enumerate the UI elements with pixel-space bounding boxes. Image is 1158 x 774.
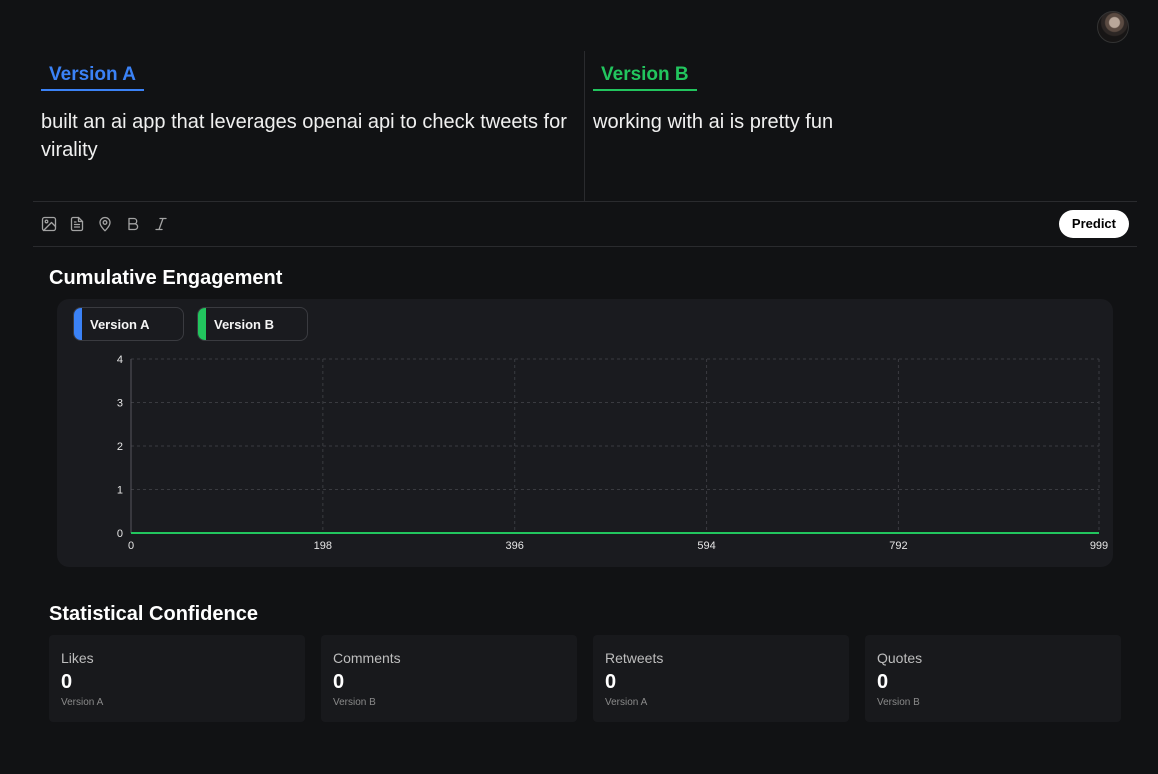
x-tick-label: 999	[1090, 540, 1108, 552]
y-tick-label: 3	[117, 398, 123, 410]
predict-button[interactable]: Predict	[1058, 210, 1129, 238]
stat-card-quotes: Quotes 0 Version B	[865, 635, 1121, 722]
stat-card-retweets: Retweets 0 Version A	[593, 635, 849, 722]
image-icon[interactable]	[41, 216, 57, 232]
x-tick-label: 0	[128, 540, 134, 552]
stat-label: Quotes	[877, 650, 923, 666]
stat-version: Version A	[605, 697, 648, 708]
stat-version: Version B	[877, 697, 920, 708]
version-b-label: Version B	[593, 63, 697, 91]
avatar[interactable]	[1097, 11, 1129, 43]
x-tick-label: 198	[314, 540, 332, 552]
engagement-title: Cumulative Engagement	[49, 267, 283, 289]
location-pin-icon[interactable]	[97, 216, 113, 232]
stat-value: 0	[605, 671, 617, 693]
stat-card-comments: Comments 0 Version B	[321, 635, 577, 722]
y-tick-label: 4	[117, 354, 123, 366]
stat-value: 0	[333, 671, 345, 693]
stat-label: Likes	[61, 650, 94, 666]
tweet-editor: Version A built an ai app that leverages…	[33, 51, 1137, 202]
version-a-pane[interactable]: Version A built an ai app that leverages…	[33, 51, 585, 201]
stat-value: 0	[877, 671, 889, 693]
version-a-text[interactable]: built an ai app that leverages openai ap…	[41, 108, 576, 164]
x-tick-label: 396	[506, 540, 524, 552]
stat-label: Retweets	[605, 650, 664, 666]
y-tick-label: 0	[117, 528, 123, 540]
stat-label: Comments	[333, 650, 401, 666]
stat-card-likes: Likes 0 Version A	[49, 635, 305, 722]
engagement-chart: Version A Version B 0 1 2 3 4 0 198 396 594 792 99…	[57, 299, 1113, 567]
x-tick-label: 792	[889, 540, 907, 552]
version-b-pane[interactable]: Version B working with ai is pretty fun	[585, 51, 1137, 201]
x-tick-label: 594	[697, 540, 715, 552]
confidence-title: Statistical Confidence	[49, 603, 258, 625]
version-a-label: Version A	[41, 63, 144, 91]
italic-icon[interactable]	[153, 216, 169, 232]
line-chart: 0 1 2 3 4 0 198 396 594 792 999	[117, 354, 1108, 552]
stat-version: Version A	[61, 697, 104, 708]
stat-version: Version B	[333, 697, 376, 708]
editor-toolbar: Predict	[33, 202, 1137, 247]
stat-value: 0	[61, 671, 73, 693]
version-b-text[interactable]: working with ai is pretty fun	[593, 108, 1113, 136]
bold-icon[interactable]	[125, 216, 141, 232]
y-tick-label: 2	[117, 441, 123, 453]
document-icon[interactable]	[69, 216, 85, 232]
y-tick-label: 1	[117, 485, 123, 497]
